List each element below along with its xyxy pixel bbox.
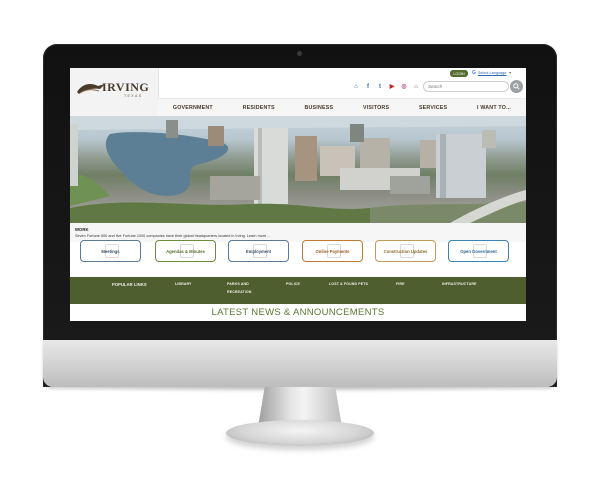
popular-link-recreation[interactable]: RECREATION [227, 289, 252, 296]
irving-logo[interactable]: IRVING TEXAS [70, 68, 159, 116]
popular-link-lost-found-pets[interactable]: LOST & FOUND PETS [329, 281, 368, 288]
news-heading: LATEST NEWS & ANNOUNCEMENTS [211, 307, 385, 318]
search-input[interactable] [423, 81, 509, 92]
logo-subtitle: TEXAS [124, 94, 143, 98]
nav-item-visitors[interactable]: VISITORS [363, 105, 389, 111]
online-payments-button[interactable]: Online Payments [302, 240, 363, 262]
quick-link-label: Employment [245, 248, 272, 254]
nav-item-residents[interactable]: RESIDENTS [243, 105, 275, 111]
nav-item-i-want-to[interactable]: I WANT TO... [477, 105, 511, 111]
nextdoor-icon[interactable]: ⌂ [412, 83, 420, 91]
popular-links-bar: POPULAR LINKS LIBRARY PARKS AND RECREATI… [70, 277, 526, 304]
main-nav: GOVERNMENT RESIDENTS BUSINESS VISITORS S… [158, 98, 526, 117]
home-icon[interactable]: ⌂ [352, 83, 360, 91]
popular-link-parks[interactable]: PARKS AND [227, 281, 249, 288]
popular-link-library[interactable]: LIBRARY [175, 281, 192, 288]
select-language-link[interactable]: Select Language [478, 71, 507, 75]
monitor-chin [43, 340, 557, 387]
quick-link-label: Meetings [101, 248, 120, 254]
popular-link-fire[interactable]: FIRE [396, 281, 405, 288]
popular-link-police[interactable]: POLICE [286, 281, 300, 288]
search-icon[interactable] [510, 80, 523, 93]
caption-title: WORK [75, 227, 89, 232]
nav-item-government[interactable]: GOVERNMENT [173, 105, 213, 111]
caption-text[interactable]: Seven Fortune 500 and five Fortune 1000 … [75, 234, 270, 238]
quick-link-label: Agendas & Minutes [166, 248, 205, 254]
website-screen: IRVING TEXAS ⌂ f t ▶ ◎ ⌂ LOGIN G Select … [70, 68, 526, 321]
monitor-stand-foot [226, 420, 374, 446]
quick-link-label: Open Government [460, 248, 497, 254]
social-icons: ⌂ f t ▶ ◎ ⌂ [352, 83, 420, 91]
open-government-button[interactable]: Open Government [448, 240, 509, 262]
site-header: IRVING TEXAS ⌂ f t ▶ ◎ ⌂ LOGIN G Select … [70, 68, 526, 117]
instagram-icon[interactable]: ◎ [400, 83, 408, 91]
youtube-icon[interactable]: ▶ [388, 83, 396, 91]
meetings-button[interactable]: Meetings [80, 240, 141, 262]
employment-button[interactable]: Employment [228, 240, 289, 262]
agendas-minutes-button[interactable]: Agendas & Minutes [155, 240, 216, 262]
logo-wordmark: IRVING [102, 80, 150, 94]
camera-dot [297, 51, 302, 56]
popular-links-heading: POPULAR LINKS [112, 282, 147, 287]
quick-link-label: Online Payments [315, 248, 350, 254]
nav-item-business[interactable]: BUSINESS [305, 105, 334, 111]
nav-item-services[interactable]: SERVICES [419, 105, 447, 111]
quick-link-label: Construction Updates [383, 248, 428, 254]
translate-widget[interactable]: G Select Language ▼ [472, 70, 512, 76]
facebook-icon[interactable]: f [364, 83, 372, 91]
login-button[interactable]: LOGIN [450, 70, 468, 77]
construction-updates-button[interactable]: Construction Updates [375, 240, 436, 262]
hero-cityscape-image [70, 116, 526, 223]
popular-link-infrastructure[interactable]: INFRASTRUCTURE [442, 281, 477, 288]
twitter-icon[interactable]: t [376, 83, 384, 91]
chevron-down-icon: ▼ [508, 71, 512, 75]
quick-links: Meetings Agendas & Minutes Employment On… [80, 240, 520, 264]
google-translate-icon: G [472, 70, 476, 76]
